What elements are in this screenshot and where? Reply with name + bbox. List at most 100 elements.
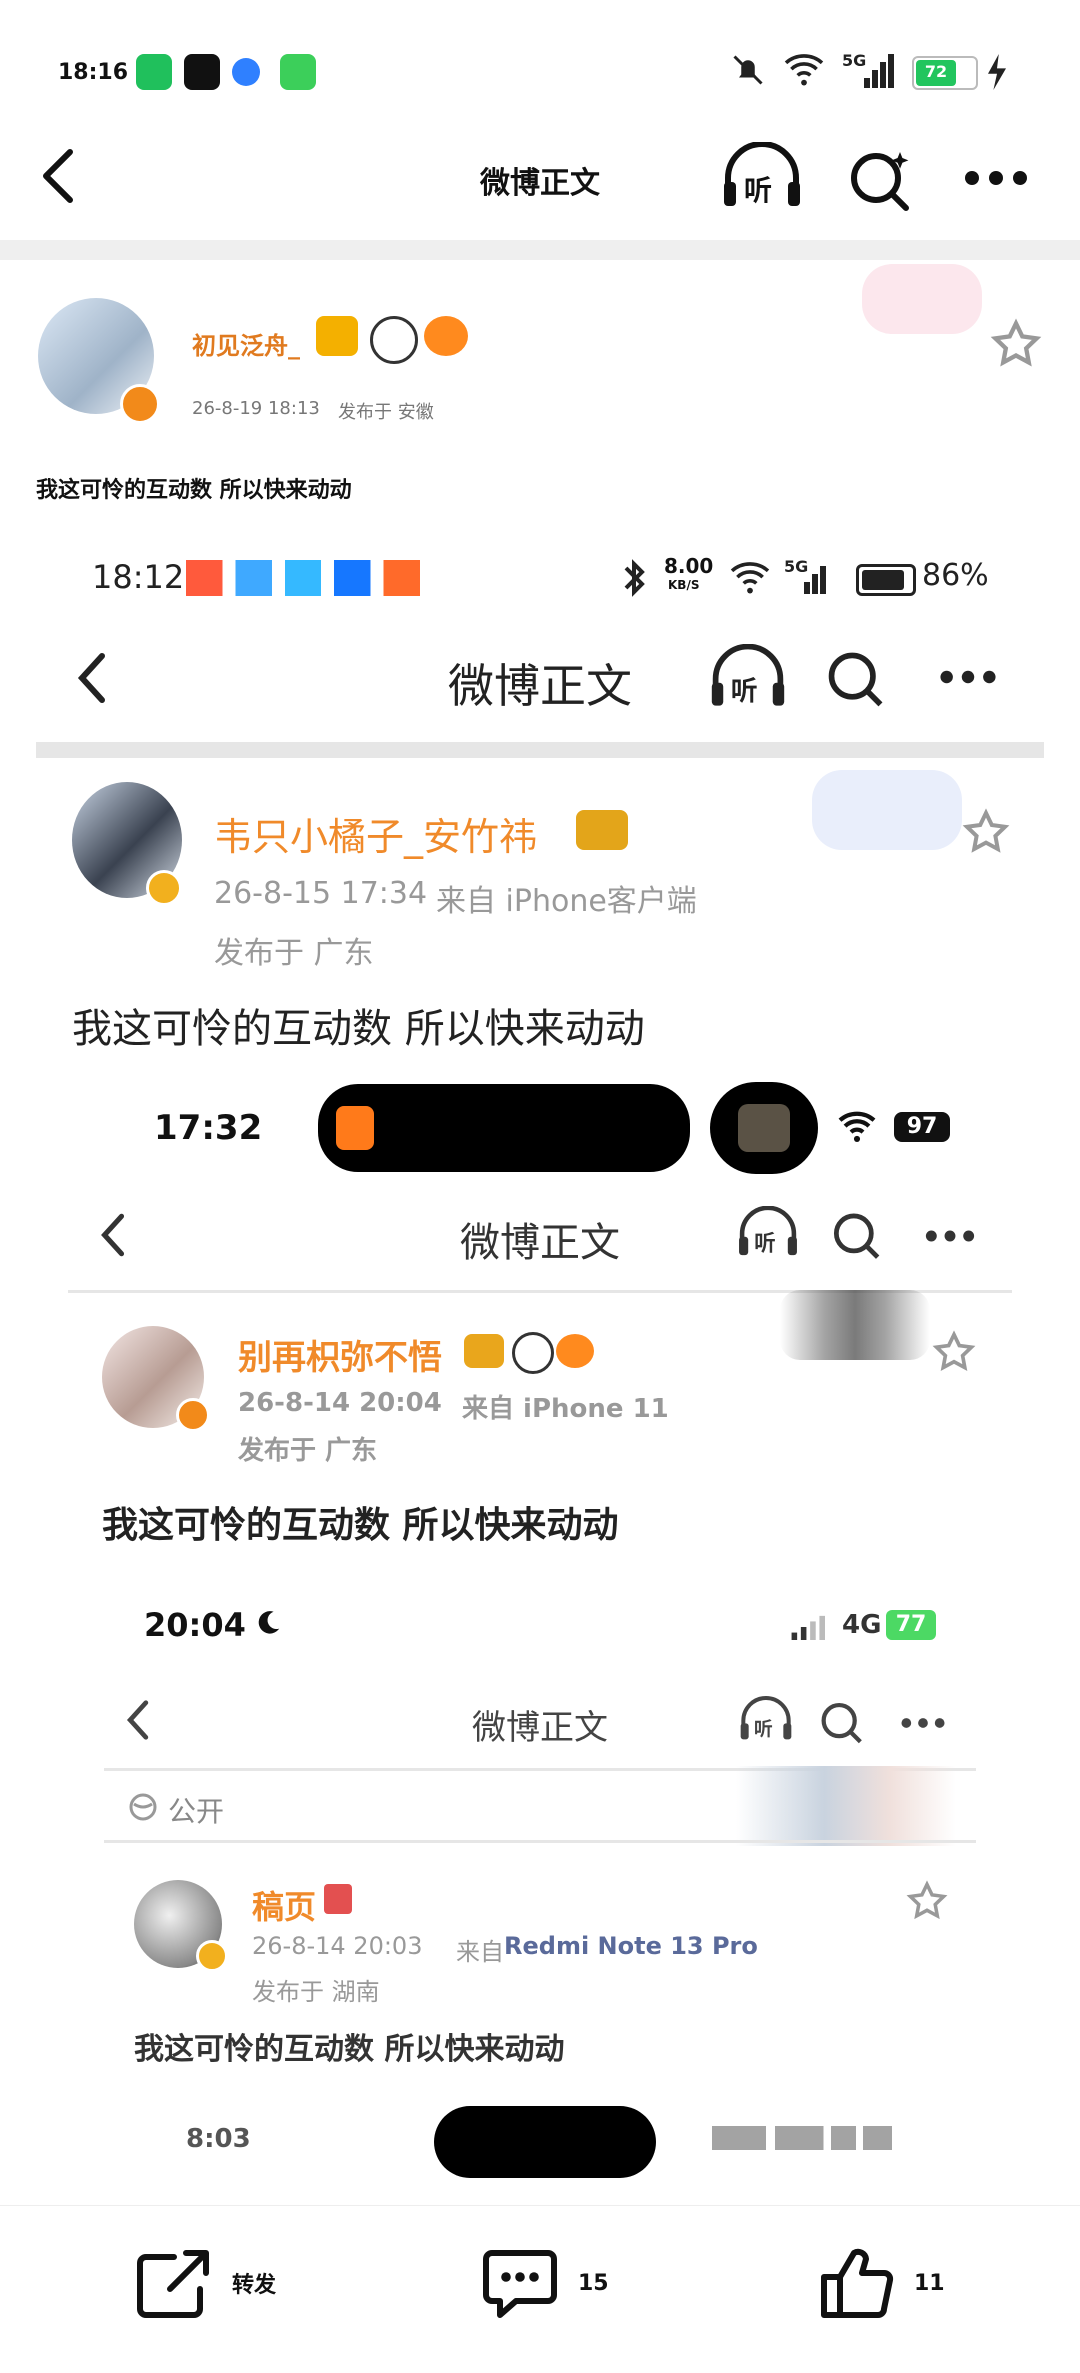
battery-indicator: 72 [912, 56, 978, 90]
svg-text:听: 听 [754, 1718, 773, 1740]
shot3-sticker [736, 1766, 956, 1846]
decorative-sticker [862, 264, 982, 334]
section-divider [0, 240, 1080, 260]
listen-headphones-icon[interactable]: 听 [720, 142, 804, 212]
shot3-network: 4G [842, 1610, 882, 1640]
shot1-time: 26-8-15 17:34 [214, 876, 428, 911]
share-arrow-icon [137, 2250, 209, 2318]
repost-button[interactable]: 转发 [134, 2245, 276, 2321]
thumbs-up-icon [821, 2248, 894, 2318]
shot3-listen-icon: 听 [740, 1696, 792, 1740]
shot1-title: 微博正文 [448, 659, 632, 713]
shot1-location: 发布于 广东 [214, 936, 374, 971]
shot1-search-icon [828, 652, 883, 707]
shot2-title: 微博正文 [460, 1220, 620, 1266]
tiktok-icon [184, 54, 220, 90]
charging-icon [988, 54, 1006, 90]
shot1-divider [36, 742, 1044, 758]
shot2-panda-icon [512, 1332, 554, 1374]
status-time: 18:16 [58, 60, 129, 85]
fish-badge-icon [424, 316, 468, 356]
search-icon[interactable] [846, 146, 914, 214]
shot2-text: 我这可怜的互动数 所以快来动动 [102, 1505, 619, 1546]
shot3-visibility: 公开 [168, 1795, 225, 1828]
repost-label: 转发 [232, 2273, 277, 2298]
panda-badge-icon [370, 316, 418, 364]
shot3-more-icon [901, 1718, 945, 1728]
mute-bell-icon [733, 55, 763, 85]
shot2-wifi-icon [838, 1111, 876, 1142]
shot3-battery-pct: 77 [886, 1610, 936, 1640]
shot1-status-time: 18:12 [92, 558, 185, 596]
svg-text:听: 听 [754, 1232, 775, 1257]
shot3-star-icon [906, 1880, 948, 1920]
verified-badge-icon [120, 384, 160, 424]
shot1-more-icon [940, 670, 996, 684]
shot1-star-icon [962, 808, 1010, 853]
shot1-listen-icon: 听 [711, 644, 785, 707]
shot2-live-activity-icon [336, 1106, 374, 1150]
shot2-time: 26-8-14 20:04 [238, 1388, 442, 1418]
cellular-5g-icon: 5G [842, 51, 894, 88]
shot3-divider [104, 1840, 976, 1843]
shot3-level-icon [324, 1884, 352, 1914]
shot1-username: 韦只小橘子_安竹祎 [214, 815, 538, 859]
more-options-icon[interactable] [960, 166, 1032, 190]
shot1-battery-icon [856, 564, 916, 596]
shot3-location: 发布于 湖南 [252, 1978, 380, 2006]
shot3-source-prefix: 来自 [456, 1938, 504, 1966]
svg-text:听: 听 [744, 174, 772, 207]
shot2-location: 发布于 广东 [238, 1436, 378, 1466]
shot1-source: 来自 iPhone客户端 [436, 884, 697, 919]
comment-button[interactable]: 15 [480, 2245, 609, 2321]
shot1-speed-unit: KB/S [668, 578, 700, 592]
favorite-star-icon[interactable] [990, 318, 1042, 370]
page-title: 微博正文 [480, 166, 600, 201]
shot2-more-icon [925, 1230, 975, 1242]
shot2-fish-icon [556, 1334, 594, 1368]
shot3-status-time: 20:04 [144, 1606, 246, 1644]
shot2-status-time: 17:32 [154, 1108, 263, 1148]
shot3-username: 稿页 [252, 1888, 317, 1926]
svg-text:5G: 5G [842, 51, 866, 70]
shot1-bluetooth-icon [624, 559, 645, 597]
shot2-listen-icon: 听 [739, 1206, 797, 1257]
shot1-battery-pct: 86% [922, 558, 989, 593]
shot1-cellular-icon: 5G [784, 557, 826, 594]
app-icon [232, 58, 260, 86]
svg-text:听: 听 [731, 676, 758, 707]
shot3-cellular-icon [791, 1615, 825, 1640]
svg-text:5G: 5G [784, 557, 808, 576]
shot2-sticker [780, 1290, 930, 1360]
shot2-source: 来自 iPhone 11 [462, 1394, 669, 1424]
shot1-wifi-icon [730, 562, 770, 594]
post-image[interactable]: 18:12 8.00 KB/S 5G 86% 微博正文 听 韦只小橘子_安竹祎 … [36, 520, 1044, 2205]
shot3-verified-icon [196, 1940, 228, 1972]
shot3-text: 我这可怜的互动数 所以快来动动 [134, 2032, 565, 2067]
status-bar: 18:16 5G 72 [0, 0, 1080, 140]
like-button[interactable]: 11 [816, 2245, 945, 2321]
shot3-moon-icon [258, 1611, 280, 1634]
top-nav-bar: 微博正文 听 [0, 120, 1080, 240]
shot1-crown-icon [576, 810, 628, 850]
post-username[interactable]: 初见泛舟_ [192, 326, 300, 361]
shot3-time: 26-8-14 20:03 [252, 1932, 423, 1960]
battery-level: 72 [924, 62, 948, 81]
shot2-crown-icon [464, 1334, 504, 1368]
crown-badge-icon [316, 316, 358, 356]
shot2-username: 别再枳弥不悟 [238, 1338, 442, 1378]
shot1-verified-icon [146, 870, 182, 906]
shot1-text: 我这可怜的互动数 所以快来动动 [72, 1006, 645, 1052]
shot2-star-icon [932, 1330, 976, 1372]
shot2-music-art [738, 1104, 790, 1152]
shot2-battery-pct: 97 [894, 1112, 950, 1142]
like-count: 11 [914, 2270, 945, 2296]
shot1-speed-value: 8.00 [664, 554, 714, 578]
shot4-dynamic-island [434, 2106, 656, 2178]
shot3-title: 微博正文 [472, 1708, 608, 1748]
shot4-status-icons [712, 2126, 892, 2150]
shot4-status-time: 8:03 [186, 2124, 251, 2154]
shot3-search-icon [821, 1702, 862, 1744]
globe-icon [129, 1793, 157, 1821]
post-location: 发布于 安徽 [338, 402, 434, 423]
